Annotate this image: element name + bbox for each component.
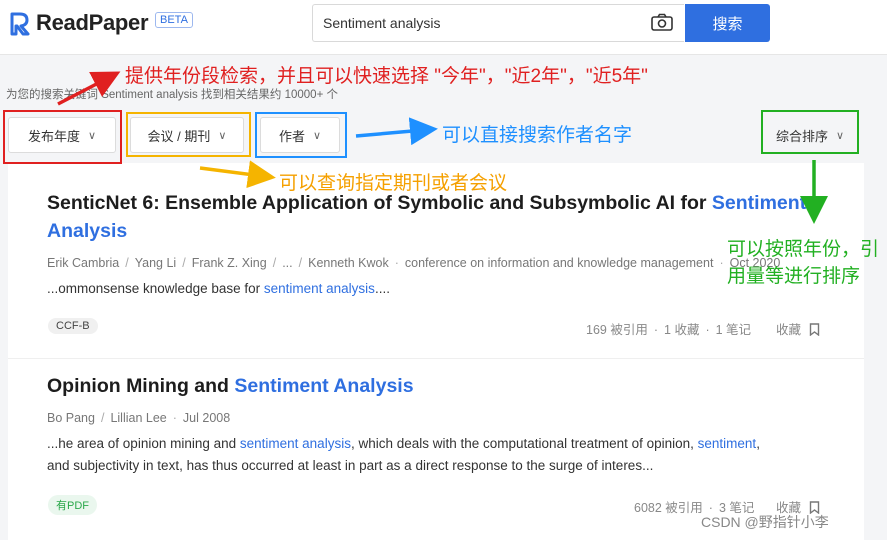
arrow-orange (199, 160, 276, 189)
watermark: CSDN @野指针小李 (701, 514, 829, 530)
arrow-blue (355, 117, 438, 146)
annotation-venue: 可以查询指定期刊或者会议 (279, 173, 508, 194)
arrow-red (57, 71, 121, 106)
annotation-sort: 可以按照年份，引用量等进行排序 (727, 239, 880, 287)
annotation-year: 提供年份段检索，并且可以快速选择 "今年"，"近2年"，"近5年" (125, 66, 648, 87)
annotation-author: 可以直接搜索作者名字 (442, 125, 633, 146)
